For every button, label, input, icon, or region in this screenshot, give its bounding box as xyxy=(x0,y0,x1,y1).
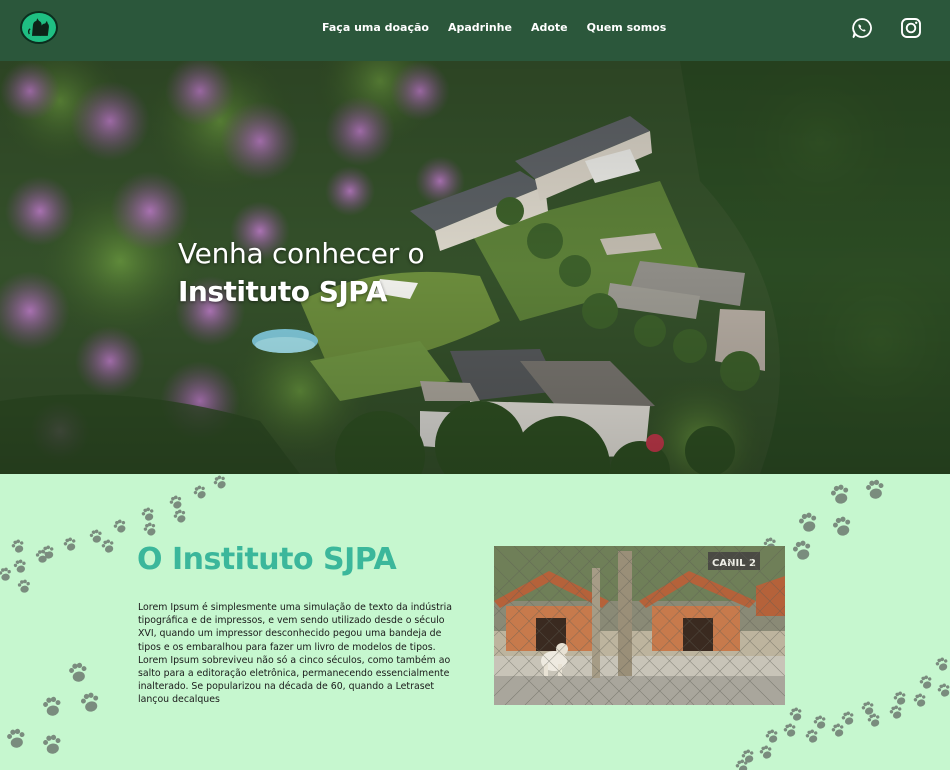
paw-print-icon xyxy=(35,548,50,564)
paw-print-icon xyxy=(40,544,57,561)
paw-print-icon xyxy=(804,728,821,745)
paw-print-icon xyxy=(6,727,27,750)
paw-print-icon xyxy=(840,710,857,727)
paw-print-icon xyxy=(830,722,847,739)
paw-print-icon xyxy=(112,517,129,535)
paw-print-icon xyxy=(829,483,852,506)
site-header: Faça uma doação Apadrinhe Adote Quem som… xyxy=(0,0,950,61)
paw-print-icon xyxy=(168,493,185,511)
paw-print-icon xyxy=(191,483,209,501)
paw-print-icon xyxy=(918,674,935,691)
paw-print-icon xyxy=(812,714,829,731)
about-body: Lorem Ipsum é simplesmente uma simulação… xyxy=(138,602,452,706)
paw-print-icon xyxy=(791,539,814,562)
hero-aerial-photo xyxy=(0,61,950,474)
paw-print-icon xyxy=(42,733,63,756)
kennel-sign-text: CANIL 2 xyxy=(712,558,756,569)
hero-title-line2: Instituto SJPA xyxy=(178,275,387,308)
paw-print-icon xyxy=(934,656,950,673)
dog-cat-logo-icon[interactable] xyxy=(20,11,58,44)
nav-item-doacao[interactable]: Faça uma doação xyxy=(322,19,429,37)
paw-print-icon xyxy=(100,538,117,555)
paw-print-icon xyxy=(831,515,854,538)
paw-print-icon xyxy=(782,722,799,739)
paw-print-icon xyxy=(172,507,189,525)
paw-print-icon xyxy=(758,744,775,761)
hero-title-line1: Venha conhecer o xyxy=(178,237,425,270)
paw-print-icon xyxy=(0,566,13,582)
whatsapp-icon[interactable] xyxy=(851,17,873,39)
paw-print-icon xyxy=(888,704,905,721)
paw-print-icon xyxy=(142,520,159,538)
kennel-photo: CANIL 2 xyxy=(494,546,785,705)
paw-print-icon xyxy=(62,536,79,553)
instagram-icon[interactable] xyxy=(900,17,922,39)
paw-print-icon xyxy=(12,558,28,574)
paw-print-icon xyxy=(734,758,751,770)
about-title: O Instituto SJPA xyxy=(137,542,397,577)
paw-print-icon xyxy=(788,706,805,723)
paw-print-icon xyxy=(797,511,820,534)
paw-print-icon xyxy=(88,528,104,544)
paw-print-icon xyxy=(740,748,757,765)
paw-print-icon xyxy=(892,690,909,707)
nav-item-quem-somos[interactable]: Quem somos xyxy=(587,19,667,37)
paw-print-icon xyxy=(42,695,63,718)
paw-print-icon xyxy=(865,478,886,501)
paw-print-icon xyxy=(140,506,157,523)
nav-item-adote[interactable]: Adote xyxy=(531,19,568,37)
paw-print-icon xyxy=(68,661,89,684)
hero-section: Venha conhecer o Instituto SJPA xyxy=(0,61,950,474)
main-nav: Faça uma doação Apadrinhe Adote Quem som… xyxy=(322,19,666,37)
paw-print-icon xyxy=(17,578,32,594)
paw-print-icon xyxy=(10,538,27,555)
paw-print-icon xyxy=(912,692,929,709)
nav-item-apadrinhe[interactable]: Apadrinhe xyxy=(448,19,512,37)
paw-print-icon xyxy=(866,712,883,729)
paw-print-icon xyxy=(764,728,781,745)
paw-print-icon xyxy=(936,682,950,699)
hero-title: Venha conhecer o Instituto SJPA xyxy=(178,236,425,312)
paw-print-icon xyxy=(79,691,102,714)
paw-print-icon xyxy=(860,700,877,717)
paw-print-icon xyxy=(211,474,229,491)
